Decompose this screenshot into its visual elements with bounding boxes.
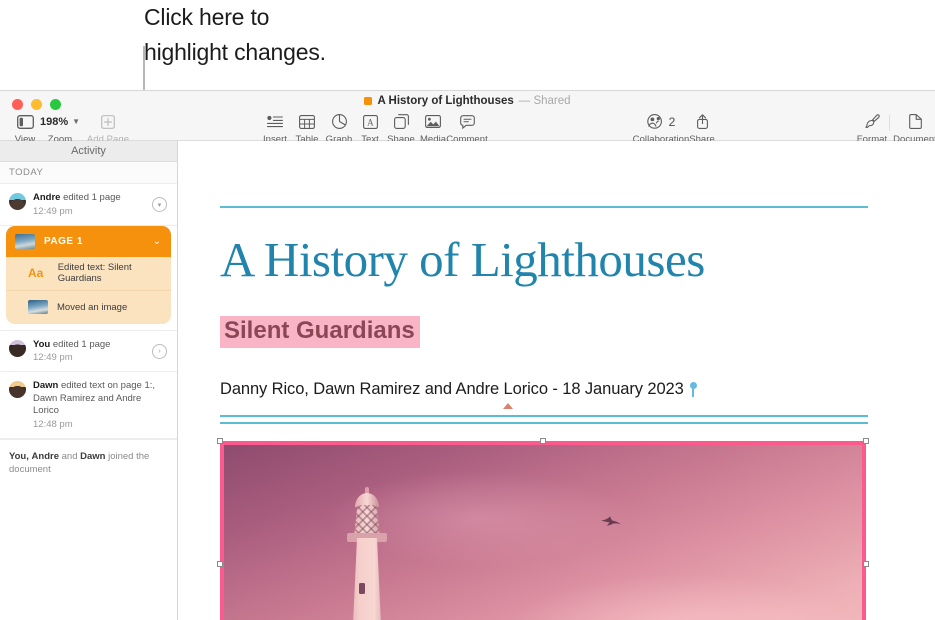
activity-time: 12:48 pm xyxy=(33,418,73,430)
resize-handle-middle-left[interactable] xyxy=(217,561,223,567)
joined-you: You, xyxy=(9,450,29,462)
selected-image[interactable] xyxy=(217,438,869,620)
page-1-title: PAGE 1 xyxy=(44,235,83,247)
zoom-popup-button[interactable]: 198% ▼ xyxy=(40,112,80,131)
joined-and: and xyxy=(58,450,81,462)
activity-author: You xyxy=(33,338,51,350)
document-title-bar: A History of Lighthouses — Shared xyxy=(0,95,935,107)
window-title: A History of Lighthouses xyxy=(377,95,514,107)
joined-document-note: You, Andre and Dawn joined the document xyxy=(0,438,177,486)
document-icon xyxy=(908,112,922,131)
svg-text:A: A xyxy=(367,117,374,127)
callout-annotation: Click here to highlight changes. xyxy=(144,0,544,70)
callout-line-1: Click here to xyxy=(144,4,270,30)
change-item-edited-text[interactable]: Aa Edited text: Silent Guardians xyxy=(6,257,171,290)
sidebar-view-icon xyxy=(16,112,34,131)
callout-line-2: highlight changes. xyxy=(144,39,326,65)
activity-description: You edited 1 page xyxy=(33,339,169,352)
page-1-card-header[interactable]: PAGE 1 ⌄ xyxy=(6,225,171,257)
image-icon xyxy=(28,300,48,314)
activity-description: Dawn edited text on page 1:, Dawn Ramire… xyxy=(33,380,169,418)
collaboration-count: 2 xyxy=(668,114,676,129)
today-section-label: TODAY xyxy=(0,162,177,184)
document-canvas[interactable]: A History of Lighthouses Silent Guardian… xyxy=(178,141,935,620)
insert-icon xyxy=(267,112,283,131)
resize-handle-top-left[interactable] xyxy=(217,438,223,444)
joined-andre: Andre xyxy=(31,450,59,462)
activity-description: Andre edited 1 page xyxy=(33,192,169,205)
comment-icon xyxy=(459,112,475,131)
activity-time: 12:49 pm xyxy=(33,205,73,217)
toolbar: A History of Lighthouses — Shared View 1… xyxy=(0,91,935,145)
graph-icon xyxy=(331,112,347,131)
shape-icon xyxy=(393,112,409,131)
text-icon: Aa xyxy=(28,266,44,280)
activity-sidebar[interactable]: Activity TODAY Andre edited 1 page 12:49… xyxy=(0,141,178,620)
sidebar-title: Activity xyxy=(71,145,106,157)
change-item-moved-image[interactable]: Moved an image xyxy=(6,289,171,324)
document-status-icon xyxy=(364,97,373,105)
chevron-down-icon[interactable]: ⌄ xyxy=(153,236,161,247)
document-byline[interactable]: Danny Rico, Dawn Ramirez and Andre Loric… xyxy=(220,380,697,399)
shared-badge: — Shared xyxy=(518,95,571,107)
activity-expand-icon[interactable]: › xyxy=(152,343,167,359)
horizontal-rule-bottom xyxy=(220,415,868,424)
media-icon xyxy=(425,112,441,131)
pages-app-window: A History of Lighthouses — Shared View 1… xyxy=(0,90,935,620)
zoom-value: 198% xyxy=(39,115,69,128)
activity-text: You edited 1 page 12:49 pm xyxy=(33,339,169,364)
avatar xyxy=(9,339,26,357)
document-subheading[interactable]: Silent Guardians xyxy=(220,316,420,348)
activity-action: edited 1 page xyxy=(50,338,111,350)
resize-handle-top-center[interactable] xyxy=(540,438,546,444)
document-heading[interactable]: A History of Lighthouses xyxy=(220,232,920,288)
share-icon xyxy=(696,112,709,131)
byline-text: Danny Rico, Dawn Ramirez and Andre Loric… xyxy=(220,380,684,398)
avatar xyxy=(9,381,26,398)
format-brush-icon xyxy=(864,112,880,131)
page-thumbnail-icon xyxy=(15,233,35,249)
selection-border xyxy=(220,441,866,620)
sidebar-header: Activity xyxy=(0,141,177,162)
activity-expand-icon[interactable]: ▾ xyxy=(152,197,167,212)
table-icon xyxy=(299,112,315,131)
joined-dawn: Dawn xyxy=(80,450,106,462)
avatar xyxy=(9,193,26,210)
collaboration-icon: 2 xyxy=(646,112,676,131)
change-label: Moved an image xyxy=(57,301,128,313)
page-1-change-card[interactable]: PAGE 1 ⌄ Aa Edited text: Silent Guardian… xyxy=(6,225,171,324)
change-label: Edited text: Silent Guardians xyxy=(57,262,132,284)
add-page-icon xyxy=(101,112,115,131)
callout-leader-line xyxy=(143,46,145,93)
text-box-icon: A xyxy=(362,112,378,131)
activity-action: edited 1 page xyxy=(60,192,121,203)
activity-item-andre[interactable]: Andre edited 1 page 12:49 pm ▾ xyxy=(0,184,177,226)
collaboration-cursor-pin-icon xyxy=(689,382,697,397)
activity-text: Dawn edited text on page 1:, Dawn Ramire… xyxy=(33,380,169,430)
activity-time: 12:49 pm xyxy=(33,352,73,363)
resize-handle-middle-right[interactable] xyxy=(863,561,869,567)
resize-handle-top-right[interactable] xyxy=(863,438,869,444)
activity-item-you[interactable]: You edited 1 page 12:49 pm › xyxy=(0,329,177,372)
activity-item-dawn[interactable]: Dawn edited text on page 1:, Dawn Ramire… xyxy=(0,372,177,439)
edit-caret-marker xyxy=(503,403,513,409)
horizontal-rule-top xyxy=(220,206,868,208)
activity-text: Andre edited 1 page 12:49 pm xyxy=(33,192,169,217)
activity-author: Dawn xyxy=(33,380,59,391)
activity-author: Andre xyxy=(33,192,61,203)
